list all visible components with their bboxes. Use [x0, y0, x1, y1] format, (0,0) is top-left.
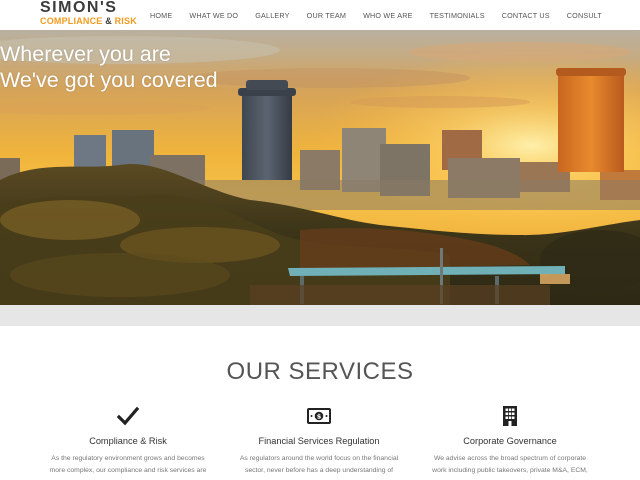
logo-tagline-part1: COMPLIANCE	[40, 16, 103, 26]
hero-headline-line1: Wherever you are	[0, 42, 171, 66]
service-description-line1: As the regulatory environment grows and …	[51, 455, 205, 462]
service-description-line1: As regulators around the world focus on …	[239, 455, 399, 462]
site-logo[interactable]: SIMON'S COMPLIANCE & RISK	[38, 0, 148, 30]
hero-headline: Wherever you are We've got you covered	[0, 41, 218, 93]
service-description: We advise across the broad spectrum of c…	[415, 453, 605, 477]
services-heading: OUR SERVICES	[226, 358, 414, 385]
hero-banner: Wherever you are We've got you covered	[0, 30, 640, 305]
service-title: Compliance & Risk	[89, 436, 167, 446]
service-description-line2: sector, never before has a deep understa…	[244, 467, 394, 474]
service-description: As the regulatory environment grows and …	[33, 453, 223, 477]
hero-headline-line2: We've got you covered	[0, 68, 218, 92]
logo-tagline-amp: &	[105, 16, 112, 26]
nav-gallery[interactable]: GALLERY	[255, 11, 289, 20]
service-title: Financial Services Regulation	[258, 436, 380, 446]
nav-what-we-do[interactable]: WHAT WE DO	[189, 11, 238, 20]
service-description-line2: work including public takeovers, private…	[432, 467, 588, 474]
service-compliance-risk[interactable]: Compliance & Risk As the regulatory envi…	[33, 405, 223, 477]
nav-our-team[interactable]: OUR TEAM	[307, 11, 346, 20]
logo-name: SIMON'S	[40, 0, 117, 17]
nav-contact-us[interactable]: CONTACT US	[502, 11, 550, 20]
nav-who-we-are[interactable]: WHO WE ARE	[363, 11, 413, 20]
svg-text:$: $	[317, 413, 322, 421]
service-financial-regulation[interactable]: $ Financial Services Regulation As regul…	[224, 405, 414, 477]
section-divider	[0, 305, 640, 326]
logo-name-text: SIMON'S	[40, 0, 118, 16]
building-icon	[503, 406, 517, 426]
service-corporate-governance[interactable]: Corporate Governance We advise across th…	[415, 405, 605, 477]
service-description: As regulators around the world focus on …	[224, 453, 414, 477]
service-description-line1: We advise across the broad spectrum of c…	[433, 455, 587, 462]
service-description-line2: more complex, our compliance and risk se…	[49, 467, 207, 474]
service-title: Corporate Governance	[463, 436, 557, 446]
nav-home[interactable]: HOME	[150, 11, 172, 20]
site-header: SIMON'S COMPLIANCE & RISK HOME WHAT WE D…	[0, 0, 640, 30]
logo-tagline: COMPLIANCE & RISK	[40, 16, 137, 26]
nav-testimonials[interactable]: TESTIMONIALS	[430, 11, 485, 20]
money-icon: $	[307, 408, 331, 424]
checkmark-icon	[117, 406, 139, 426]
nav-consult[interactable]: CONSULT	[567, 11, 602, 20]
main-nav: HOME WHAT WE DO GALLERY OUR TEAM WHO WE …	[133, 0, 602, 30]
